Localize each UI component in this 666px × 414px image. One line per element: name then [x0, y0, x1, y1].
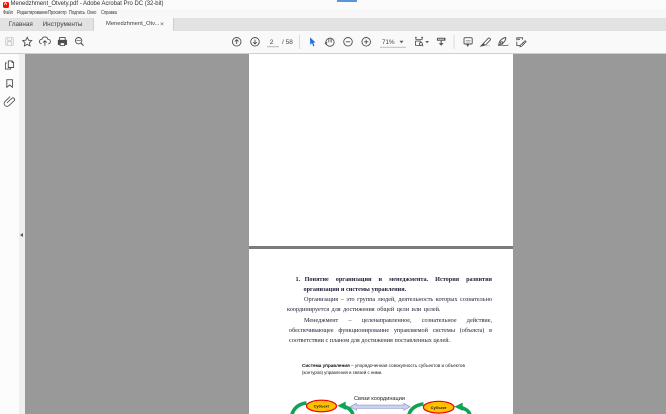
svg-text:/ 58: / 58	[282, 39, 293, 46]
svg-text:2: 2	[270, 39, 274, 46]
svg-text:Связи координации: Связи координации	[354, 396, 405, 402]
svg-text:71%: 71%	[382, 39, 395, 46]
svg-text:Субъект: Субъект	[431, 406, 447, 410]
svg-text:Субъект: Субъект	[314, 405, 330, 409]
